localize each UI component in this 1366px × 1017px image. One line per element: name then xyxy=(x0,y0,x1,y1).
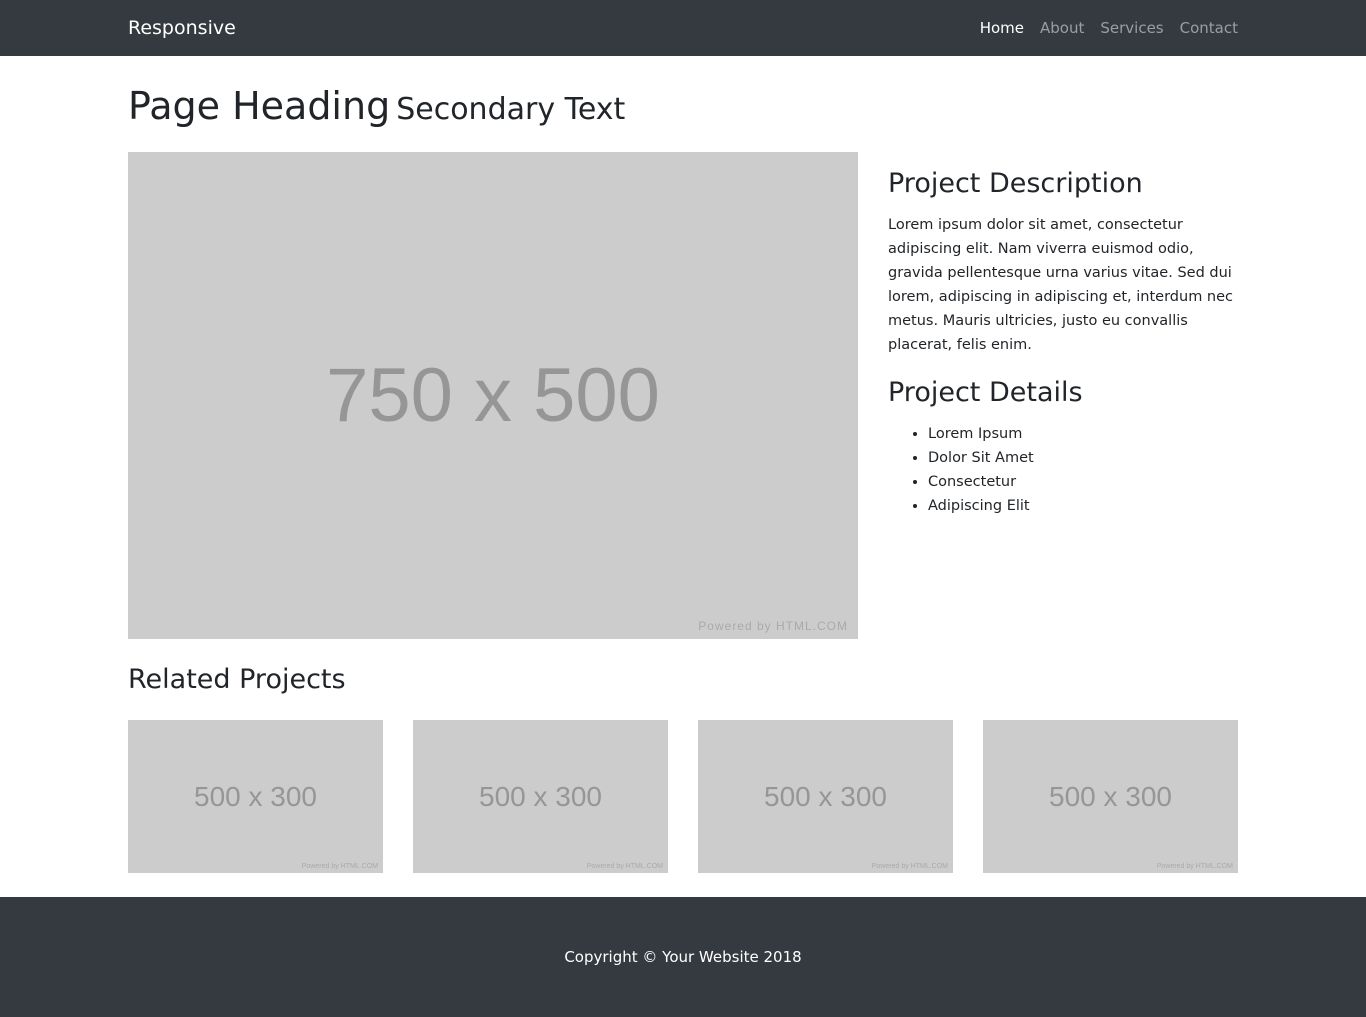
details-list: Lorem Ipsum Dolor Sit Amet Consectetur A… xyxy=(888,422,1238,518)
description-text: Lorem ipsum dolor sit amet, consectetur … xyxy=(888,217,1234,353)
image-label: 500 x 300 xyxy=(764,780,887,812)
page-heading: Page Heading xyxy=(128,84,391,128)
related-title: Related Projects xyxy=(128,664,346,695)
main-image-placeholder: 750 x 500 Powered by HTML.COM xyxy=(128,152,858,639)
details-title: Project Details xyxy=(888,377,1083,408)
image-label: 750 x 500 xyxy=(326,353,660,438)
image-label: 500 x 300 xyxy=(194,780,317,812)
powered-by: Powered by HTML.COM xyxy=(586,863,663,870)
powered-by: Powered by HTML.COM xyxy=(698,619,848,633)
navbar: Responsive Home About Services Contact xyxy=(0,0,1366,56)
list-item: Dolor Sit Amet xyxy=(928,446,1238,470)
nav-about[interactable]: About xyxy=(1040,19,1084,37)
description-title: Project Description xyxy=(888,168,1143,199)
nav-contact[interactable]: Contact xyxy=(1180,19,1238,37)
related-project-1[interactable]: 500 x 300 Powered by HTML.COM xyxy=(128,720,383,873)
copyright: Copyright © Your Website 2018 xyxy=(564,948,802,966)
list-item: Lorem Ipsum xyxy=(928,422,1238,446)
nav-home[interactable]: Home xyxy=(980,19,1024,37)
related-project-3[interactable]: 500 x 300 Powered by HTML.COM xyxy=(698,720,953,873)
footer: Copyright © Your Website 2018 xyxy=(0,897,1366,1017)
related-project-4[interactable]: 500 x 300 Powered by HTML.COM xyxy=(983,720,1238,873)
powered-by: Powered by HTML.COM xyxy=(871,863,948,870)
secondary-text: Secondary Text xyxy=(396,92,626,127)
list-item: Adipiscing Elit xyxy=(928,494,1238,518)
page-title: Page Heading Secondary Text xyxy=(128,84,625,128)
powered-by: Powered by HTML.COM xyxy=(1156,863,1233,870)
project-sidebar: Project Description Lorem ipsum dolor si… xyxy=(888,168,1238,518)
nav-links: Home About Services Contact xyxy=(980,19,1238,37)
powered-by: Powered by HTML.COM xyxy=(301,863,378,870)
nav-services[interactable]: Services xyxy=(1100,19,1163,37)
image-label: 500 x 300 xyxy=(479,780,602,812)
image-label: 500 x 300 xyxy=(1049,780,1172,812)
list-item: Consectetur xyxy=(928,470,1238,494)
related-project-2[interactable]: 500 x 300 Powered by HTML.COM xyxy=(413,720,668,873)
brand-link[interactable]: Responsive xyxy=(128,17,236,39)
